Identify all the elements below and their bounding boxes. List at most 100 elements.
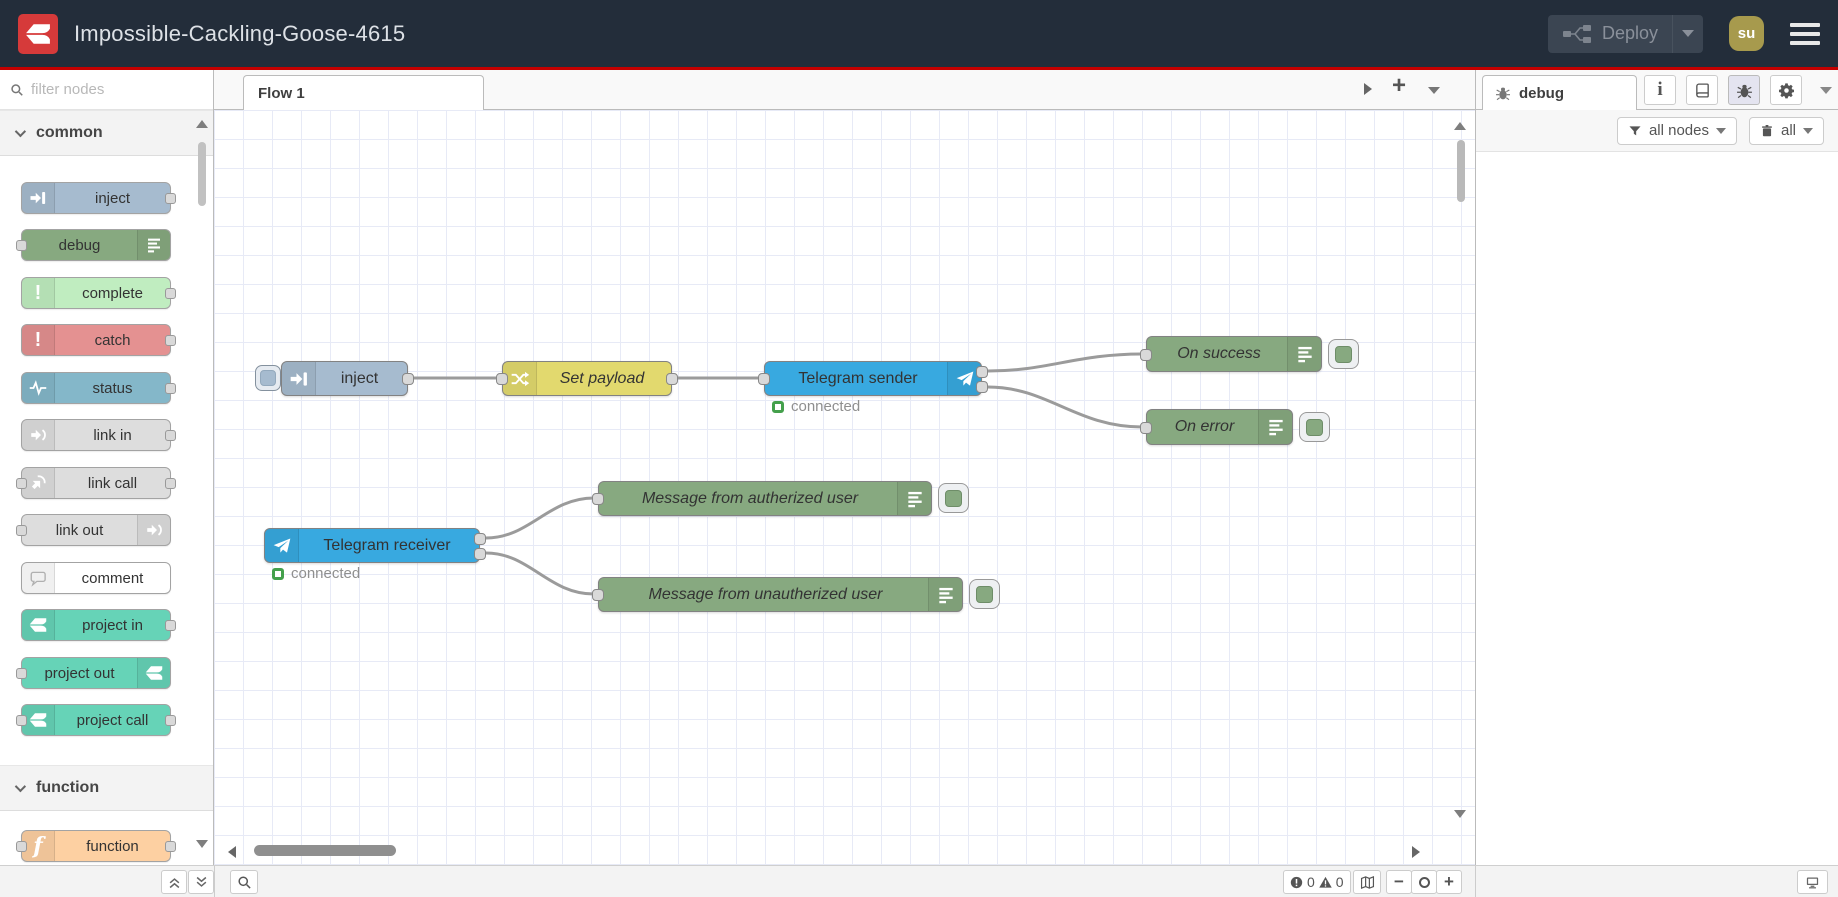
funnel-icon — [1629, 125, 1641, 135]
node-label: link in — [93, 426, 132, 444]
sidebar-menu-caret[interactable] — [1820, 87, 1832, 94]
flow-node-message-unauthorized[interactable]: Message from unautherized user — [592, 577, 963, 612]
inject-trigger-button[interactable] — [255, 365, 281, 391]
canvas-scroll-down-icon[interactable] — [1454, 810, 1466, 818]
deploy-button[interactable]: Deploy — [1547, 14, 1703, 53]
canvas-scroll-left-icon[interactable] — [228, 846, 236, 858]
palette-node-project-in[interactable]: project in — [21, 609, 176, 641]
node-input-port — [16, 668, 27, 679]
zoom-in-button[interactable] — [1436, 870, 1462, 894]
config-tab-button[interactable] — [1770, 75, 1802, 105]
deploy-options-caret[interactable] — [1673, 15, 1703, 53]
flow-menu-caret[interactable] — [1428, 87, 1440, 94]
node-output-port-2[interactable] — [976, 381, 988, 393]
info-icon — [1657, 79, 1662, 101]
zoom-out-button[interactable] — [1386, 870, 1412, 894]
tab-flow-1[interactable]: Flow 1 — [243, 75, 484, 110]
palette-node-link-in[interactable]: link in — [21, 419, 176, 451]
canvas-scroll-up-icon[interactable] — [1454, 122, 1466, 130]
node-output-port-1[interactable] — [976, 366, 988, 378]
open-debug-window-button[interactable] — [1797, 870, 1828, 894]
debug-sidebar: debug all nodes — [1475, 70, 1838, 865]
node-input-port[interactable] — [1140, 349, 1152, 361]
navigator-map-button[interactable] — [1353, 870, 1381, 894]
tab-debug[interactable]: debug — [1482, 75, 1637, 110]
node-input-port[interactable] — [592, 589, 604, 601]
flow-tab-label: Flow 1 — [258, 84, 305, 102]
palette-node-link-call[interactable]: link call — [16, 467, 176, 499]
zoom-reset-icon — [1418, 876, 1430, 888]
palette-node-status[interactable]: status — [21, 372, 176, 404]
debug-tab-button[interactable] — [1728, 75, 1760, 105]
palette-search-input[interactable] — [31, 81, 203, 98]
node-output-port-2[interactable] — [474, 548, 486, 560]
add-flow-button[interactable] — [1392, 72, 1406, 100]
zoom-reset-button[interactable] — [1411, 870, 1437, 894]
debug-filter-button[interactable]: all nodes — [1616, 116, 1737, 145]
palette-collapse-all-button[interactable] — [161, 870, 187, 894]
node-label: inject — [94, 189, 131, 207]
palette-node-link-out[interactable]: link out — [16, 514, 171, 546]
node-output-port[interactable] — [402, 373, 414, 385]
info-tab-button[interactable] — [1644, 75, 1676, 105]
debug-toggle-button[interactable] — [969, 579, 1000, 609]
flow-canvas[interactable]: inject Set payload Telegram sender conne… — [214, 110, 1475, 865]
node-input-port[interactable] — [592, 493, 604, 505]
deploy-label: Deploy — [1601, 23, 1658, 43]
canvas-horizontal-scrollbar-thumb[interactable] — [254, 845, 396, 856]
palette-node-function[interactable]: function — [16, 830, 176, 862]
flow-node-set-payload[interactable]: Set payload — [496, 361, 678, 396]
clear-label: all — [1780, 122, 1796, 139]
palette-scrollbar-thumb[interactable] — [198, 142, 206, 206]
tab-list-icon[interactable] — [1364, 83, 1372, 95]
node-label: project call — [76, 711, 149, 729]
node-input-port[interactable] — [758, 373, 770, 385]
help-tab-button[interactable] — [1686, 75, 1718, 105]
debug-clear-button[interactable]: all — [1748, 116, 1824, 145]
palette-search[interactable] — [0, 70, 213, 110]
search-icon — [11, 83, 23, 96]
node-output-port-1[interactable] — [474, 533, 486, 545]
error-warning-counts[interactable]: 0 0 — [1283, 870, 1351, 894]
node-label: link out — [55, 521, 104, 539]
flow-node-telegram-sender[interactable]: Telegram sender — [758, 361, 988, 396]
palette-category-function[interactable]: function — [0, 765, 213, 811]
palette-node-project-out[interactable]: project out — [16, 657, 171, 689]
node-red-icon — [22, 610, 55, 640]
flow-node-inject[interactable]: inject — [281, 361, 414, 396]
pulse-icon — [22, 373, 55, 403]
user-avatar[interactable]: su — [1729, 16, 1764, 51]
debug-toggle-button[interactable] — [938, 483, 969, 513]
node-label: On error — [1174, 418, 1235, 435]
palette-node-complete[interactable]: complete — [21, 277, 176, 309]
palette-node-debug[interactable]: debug — [16, 229, 171, 261]
map-icon — [1360, 875, 1374, 889]
palette-sidebar: common inject debug complete catch — [0, 70, 214, 865]
flow-node-telegram-receiver[interactable]: Telegram receiver — [264, 528, 486, 563]
debug-toggle-button[interactable] — [1328, 339, 1359, 369]
debug-list-icon — [137, 230, 170, 260]
canvas-search-button[interactable] — [230, 870, 258, 894]
bug-icon — [1496, 87, 1510, 101]
node-input-port[interactable] — [496, 373, 508, 385]
main-menu-icon[interactable] — [1790, 22, 1820, 45]
palette-node-catch[interactable]: catch — [21, 324, 176, 356]
node-label: project out — [44, 664, 115, 682]
node-input-port[interactable] — [1140, 422, 1152, 434]
palette-node-inject[interactable]: inject — [21, 182, 176, 214]
book-icon — [1695, 82, 1709, 98]
canvas-scroll-right-icon[interactable] — [1412, 846, 1420, 858]
palette-node-comment[interactable]: comment — [21, 562, 171, 594]
palette-expand-all-button[interactable] — [188, 870, 214, 894]
debug-toggle-button[interactable] — [1299, 412, 1330, 442]
palette-node-project-call[interactable]: project call — [16, 704, 176, 736]
palette-scroll-up-icon[interactable] — [196, 120, 208, 128]
flow-node-message-authorized[interactable]: Message from autherized user — [592, 481, 932, 516]
palette-scroll-down-icon[interactable] — [196, 840, 208, 848]
node-output-port[interactable] — [666, 373, 678, 385]
palette-category-common[interactable]: common — [0, 110, 213, 156]
canvas-vertical-scrollbar-thumb[interactable] — [1457, 140, 1465, 202]
flow-node-on-error[interactable]: On error — [1140, 409, 1293, 445]
flow-node-on-success[interactable]: On success — [1140, 336, 1322, 372]
debug-messages-area[interactable] — [1476, 152, 1838, 865]
